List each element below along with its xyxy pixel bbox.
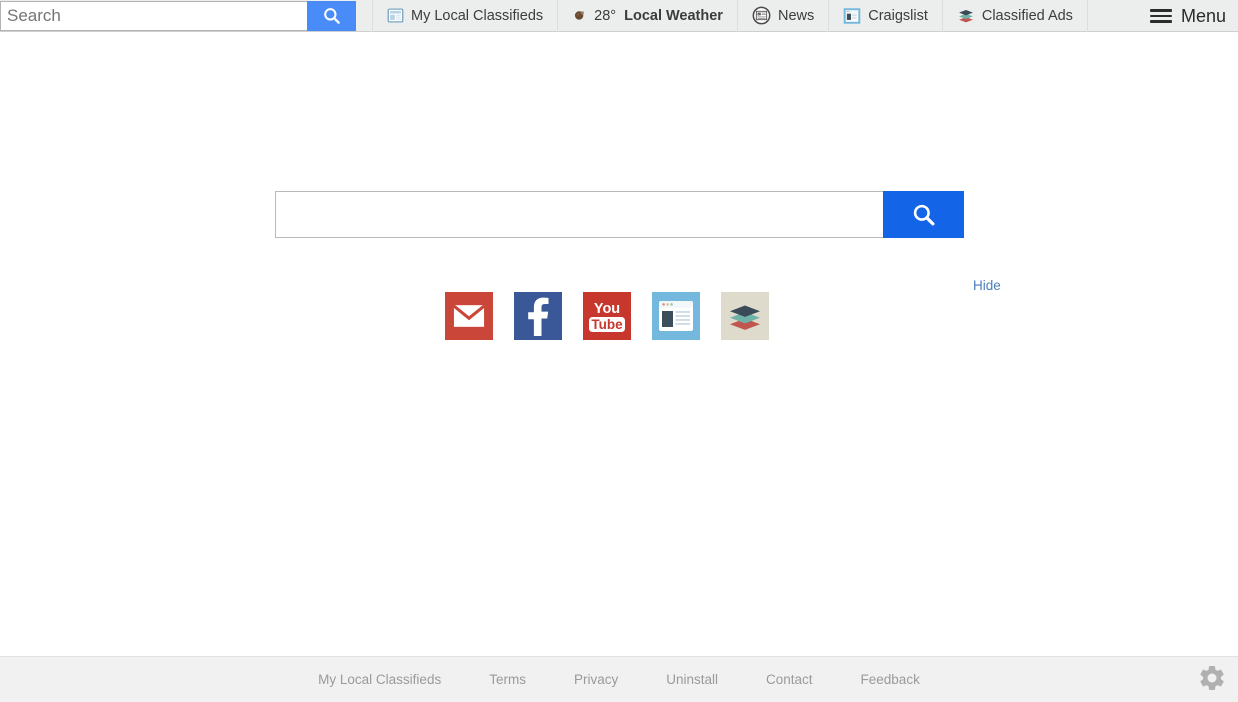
- toolbar-item-label: Craigslist: [868, 7, 928, 24]
- weather-icon: [575, 11, 585, 20]
- search-icon: [913, 204, 935, 226]
- shortcut-tile-browser[interactable]: [652, 292, 700, 340]
- facebook-f-icon: [528, 297, 549, 336]
- toolbar-item-classified-ads[interactable]: Classified Ads: [943, 0, 1088, 32]
- layers-stack-icon: [730, 305, 760, 330]
- main-search-input[interactable]: [275, 191, 883, 238]
- toolbar-item-label: News: [777, 7, 815, 24]
- footer-link-contact[interactable]: Contact: [742, 672, 837, 687]
- toolbar-item-news[interactable]: News: [738, 0, 830, 32]
- footer-link-uninstall[interactable]: Uninstall: [642, 672, 742, 687]
- layers-stack-icon: [958, 9, 973, 22]
- toolbar-item-label: My Local Classifieds: [411, 7, 544, 24]
- toolbar-weather-temperature: 28°: [594, 7, 617, 24]
- search-icon: [323, 7, 340, 24]
- envelope-icon: [453, 304, 485, 327]
- toolbar-menu-label: Menu: [1180, 5, 1226, 26]
- main-search-group: [275, 191, 964, 238]
- toolbar-search-group: [0, 0, 356, 31]
- page-footer: My Local Classifieds Terms Privacy Unins…: [0, 656, 1238, 702]
- footer-link-feedback[interactable]: Feedback: [837, 672, 944, 687]
- footer-link-privacy[interactable]: Privacy: [550, 672, 642, 687]
- browser-window-icon: [659, 301, 693, 331]
- footer-link-terms[interactable]: Terms: [465, 672, 550, 687]
- hide-shortcuts-link[interactable]: Hide: [973, 278, 1001, 293]
- main-search-button[interactable]: [883, 191, 964, 238]
- toolbar-items: My Local Classifieds 28° Local Weather N…: [372, 0, 1088, 32]
- news-circle-icon: [752, 6, 771, 25]
- gear-icon: [1200, 666, 1224, 690]
- toolbar-menu-button[interactable]: Menu: [1149, 0, 1226, 32]
- toolbar-search-button[interactable]: [307, 0, 356, 31]
- classifieds-window-icon: [387, 8, 404, 23]
- settings-button[interactable]: [1192, 658, 1232, 698]
- hamburger-icon: [1149, 9, 1172, 23]
- youtube-icon: You Tube: [589, 301, 625, 332]
- shortcut-tile-facebook[interactable]: [514, 292, 562, 340]
- svg-text:Tube: Tube: [591, 317, 623, 332]
- craigslist-window-icon: [843, 7, 861, 24]
- toolbar-search-input[interactable]: [0, 0, 307, 31]
- shortcut-tiles: You Tube: [445, 292, 769, 340]
- shortcut-tile-gmail[interactable]: [445, 292, 493, 340]
- shortcut-tile-layers[interactable]: [721, 292, 769, 340]
- toolbar-item-label: Classified Ads: [981, 7, 1073, 24]
- page-main: Hide You Tube: [0, 32, 1238, 656]
- footer-link-my-local-classifieds[interactable]: My Local Classifieds: [294, 672, 465, 687]
- toolbar-item-my-local-classifieds[interactable]: My Local Classifieds: [372, 0, 559, 32]
- svg-text:You: You: [594, 301, 620, 317]
- toolbar-item-craigslist[interactable]: Craigslist: [829, 0, 943, 32]
- browser-toolbar: My Local Classifieds 28° Local Weather N…: [0, 0, 1238, 32]
- toolbar-item-local-weather[interactable]: 28° Local Weather: [558, 0, 738, 32]
- shortcut-tile-youtube[interactable]: You Tube: [583, 292, 631, 340]
- toolbar-item-label: Local Weather: [624, 7, 723, 24]
